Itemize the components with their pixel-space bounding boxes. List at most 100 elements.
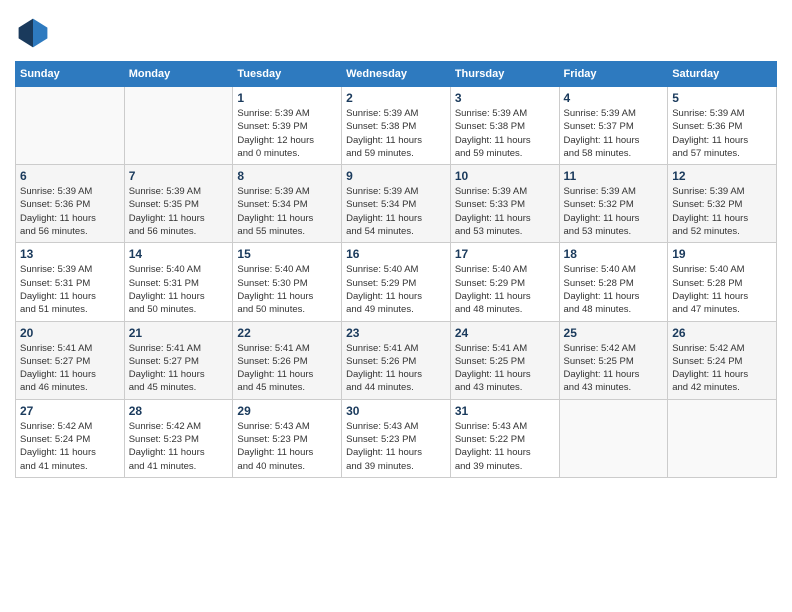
calendar-cell: 14 Sunrise: 5:40 AMSunset: 5:31 PMDayligh…	[124, 243, 233, 321]
day-info: Sunrise: 5:42 AMSunset: 5:25 PMDaylight:…	[564, 342, 664, 395]
calendar-cell: 30Sunrise: 5:43 AMSunset: 5:23 PMDayligh…	[342, 399, 451, 477]
calendar-cell: 3 Sunrise: 5:39 AMSunset: 5:38 PMDaylight…	[450, 87, 559, 165]
day-info: Sunrise: 5:39 AMSunset: 5:32 PMDaylight:…	[672, 185, 772, 238]
day-number: 2	[346, 91, 446, 105]
day-info: Sunrise: 5:43 AMSunset: 5:23 PMDaylight:…	[346, 420, 446, 473]
weekday-label: Saturday	[668, 62, 777, 87]
day-number: 26	[672, 326, 772, 340]
calendar-cell: 28Sunrise: 5:42 AMSunset: 5:23 PMDayligh…	[124, 399, 233, 477]
calendar-table: SundayMondayTuesdayWednesdayThursdayFrid…	[15, 61, 777, 478]
logo-icon	[15, 15, 51, 51]
day-info: Sunrise: 5:39 AMSunset: 5:39 PMDaylight:…	[237, 107, 337, 160]
day-info: Sunrise: 5:39 AMSunset: 5:34 PMDaylight:…	[237, 185, 337, 238]
day-info: Sunrise: 5:43 AMSunset: 5:22 PMDaylight:…	[455, 420, 555, 473]
calendar-cell: 10 Sunrise: 5:39 AMSunset: 5:33 PMDayligh…	[450, 165, 559, 243]
day-info: Sunrise: 5:39 AMSunset: 5:32 PMDaylight:…	[564, 185, 664, 238]
day-number: 6	[20, 169, 120, 183]
day-number: 15	[237, 247, 337, 261]
day-number: 21	[129, 326, 229, 340]
calendar-cell: 8 Sunrise: 5:39 AMSunset: 5:34 PMDaylight…	[233, 165, 342, 243]
day-info: Sunrise: 5:40 AMSunset: 5:29 PMDaylight:…	[346, 263, 446, 316]
calendar-cell: 19Sunrise: 5:40 AMSunset: 5:28 PMDayligh…	[668, 243, 777, 321]
calendar-cell: 9 Sunrise: 5:39 AMSunset: 5:34 PMDaylight…	[342, 165, 451, 243]
day-number: 25	[564, 326, 664, 340]
day-info: Sunrise: 5:42 AMSunset: 5:24 PMDaylight:…	[672, 342, 772, 395]
day-info: Sunrise: 5:39 AMSunset: 5:35 PMDaylight:…	[129, 185, 229, 238]
day-info: Sunrise: 5:40 AMSunset: 5:28 PMDaylight:…	[564, 263, 664, 316]
calendar-cell: 4 Sunrise: 5:39 AMSunset: 5:37 PMDaylight…	[559, 87, 668, 165]
day-info: Sunrise: 5:39 AMSunset: 5:38 PMDaylight:…	[346, 107, 446, 160]
calendar-cell: 5 Sunrise: 5:39 AMSunset: 5:36 PMDaylight…	[668, 87, 777, 165]
day-number: 14	[129, 247, 229, 261]
calendar-cell: 17 Sunrise: 5:40 AMSunset: 5:29 PMDayligh…	[450, 243, 559, 321]
logo	[15, 15, 55, 51]
calendar-cell: 26 Sunrise: 5:42 AMSunset: 5:24 PMDayligh…	[668, 321, 777, 399]
weekday-label: Tuesday	[233, 62, 342, 87]
calendar-cell: 18 Sunrise: 5:40 AMSunset: 5:28 PMDayligh…	[559, 243, 668, 321]
day-number: 7	[129, 169, 229, 183]
calendar-week-row: 1Sunrise: 5:39 AMSunset: 5:39 PMDaylight…	[16, 87, 777, 165]
day-info: Sunrise: 5:40 AMSunset: 5:28 PMDaylight:…	[672, 263, 772, 316]
calendar-week-row: 27Sunrise: 5:42 AMSunset: 5:24 PMDayligh…	[16, 399, 777, 477]
day-info: Sunrise: 5:41 AMSunset: 5:27 PMDaylight:…	[129, 342, 229, 395]
day-info: Sunrise: 5:39 AMSunset: 5:33 PMDaylight:…	[455, 185, 555, 238]
weekday-label: Sunday	[16, 62, 125, 87]
weekday-label: Friday	[559, 62, 668, 87]
calendar-cell: 20Sunrise: 5:41 AMSunset: 5:27 PMDayligh…	[16, 321, 125, 399]
calendar-cell: 25 Sunrise: 5:42 AMSunset: 5:25 PMDayligh…	[559, 321, 668, 399]
calendar-cell: 31 Sunrise: 5:43 AMSunset: 5:22 PMDayligh…	[450, 399, 559, 477]
calendar-cell: 15 Sunrise: 5:40 AMSunset: 5:30 PMDayligh…	[233, 243, 342, 321]
calendar-cell: 16 Sunrise: 5:40 AMSunset: 5:29 PMDayligh…	[342, 243, 451, 321]
day-info: Sunrise: 5:41 AMSunset: 5:25 PMDaylight:…	[455, 342, 555, 395]
day-number: 31	[455, 404, 555, 418]
day-number: 5	[672, 91, 772, 105]
calendar-cell	[124, 87, 233, 165]
calendar-cell: 1Sunrise: 5:39 AMSunset: 5:39 PMDaylight…	[233, 87, 342, 165]
calendar-cell	[559, 399, 668, 477]
day-number: 13	[20, 247, 120, 261]
day-number: 3	[455, 91, 555, 105]
day-number: 22	[237, 326, 337, 340]
day-info: Sunrise: 5:40 AMSunset: 5:30 PMDaylight:…	[237, 263, 337, 316]
weekday-header-row: SundayMondayTuesdayWednesdayThursdayFrid…	[16, 62, 777, 87]
calendar-cell: 7 Sunrise: 5:39 AMSunset: 5:35 PMDaylight…	[124, 165, 233, 243]
calendar-cell: 2 Sunrise: 5:39 AMSunset: 5:38 PMDaylight…	[342, 87, 451, 165]
day-number: 29	[237, 404, 337, 418]
day-number: 9	[346, 169, 446, 183]
calendar-cell: 21 Sunrise: 5:41 AMSunset: 5:27 PMDayligh…	[124, 321, 233, 399]
day-number: 4	[564, 91, 664, 105]
day-info: Sunrise: 5:39 AMSunset: 5:37 PMDaylight:…	[564, 107, 664, 160]
day-number: 8	[237, 169, 337, 183]
day-info: Sunrise: 5:39 AMSunset: 5:31 PMDaylight:…	[20, 263, 120, 316]
calendar-cell: 11 Sunrise: 5:39 AMSunset: 5:32 PMDayligh…	[559, 165, 668, 243]
day-number: 11	[564, 169, 664, 183]
day-number: 17	[455, 247, 555, 261]
day-number: 12	[672, 169, 772, 183]
day-info: Sunrise: 5:43 AMSunset: 5:23 PMDaylight:…	[237, 420, 337, 473]
day-info: Sunrise: 5:40 AMSunset: 5:31 PMDaylight:…	[129, 263, 229, 316]
calendar-cell: 24 Sunrise: 5:41 AMSunset: 5:25 PMDayligh…	[450, 321, 559, 399]
calendar-week-row: 13 Sunrise: 5:39 AMSunset: 5:31 PMDayligh…	[16, 243, 777, 321]
weekday-label: Monday	[124, 62, 233, 87]
calendar-cell: 23 Sunrise: 5:41 AMSunset: 5:26 PMDayligh…	[342, 321, 451, 399]
weekday-label: Wednesday	[342, 62, 451, 87]
day-number: 23	[346, 326, 446, 340]
day-number: 24	[455, 326, 555, 340]
calendar-cell	[668, 399, 777, 477]
day-info: Sunrise: 5:39 AMSunset: 5:36 PMDaylight:…	[672, 107, 772, 160]
day-number: 10	[455, 169, 555, 183]
day-info: Sunrise: 5:39 AMSunset: 5:38 PMDaylight:…	[455, 107, 555, 160]
day-info: Sunrise: 5:42 AMSunset: 5:24 PMDaylight:…	[20, 420, 120, 473]
day-number: 16	[346, 247, 446, 261]
day-info: Sunrise: 5:41 AMSunset: 5:26 PMDaylight:…	[346, 342, 446, 395]
calendar-cell: 13 Sunrise: 5:39 AMSunset: 5:31 PMDayligh…	[16, 243, 125, 321]
day-info: Sunrise: 5:39 AMSunset: 5:36 PMDaylight:…	[20, 185, 120, 238]
day-number: 18	[564, 247, 664, 261]
calendar-week-row: 20Sunrise: 5:41 AMSunset: 5:27 PMDayligh…	[16, 321, 777, 399]
weekday-label: Thursday	[450, 62, 559, 87]
day-info: Sunrise: 5:39 AMSunset: 5:34 PMDaylight:…	[346, 185, 446, 238]
day-info: Sunrise: 5:40 AMSunset: 5:29 PMDaylight:…	[455, 263, 555, 316]
calendar-week-row: 6 Sunrise: 5:39 AMSunset: 5:36 PMDaylight…	[16, 165, 777, 243]
calendar-cell: 12 Sunrise: 5:39 AMSunset: 5:32 PMDayligh…	[668, 165, 777, 243]
calendar-cell: 6 Sunrise: 5:39 AMSunset: 5:36 PMDaylight…	[16, 165, 125, 243]
